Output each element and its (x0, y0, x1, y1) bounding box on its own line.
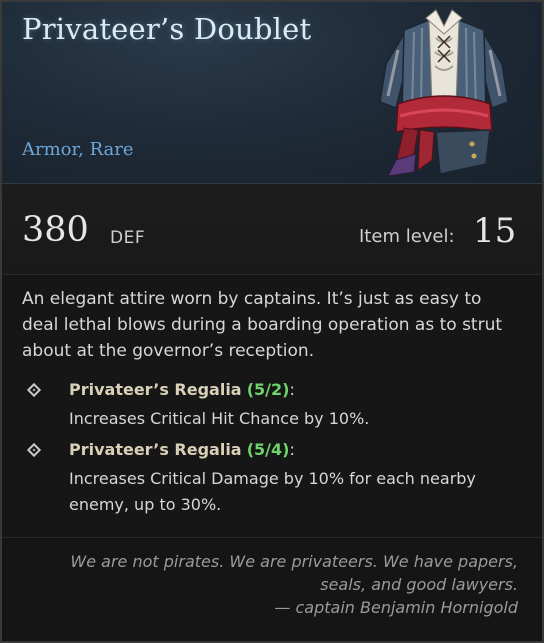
set-name: Privateer’s Regalia (69, 380, 242, 399)
flavor-quote-box: We are not pirates. We are privateers. W… (2, 537, 542, 641)
set-colon: : (289, 380, 295, 399)
diamond-bullet-icon (26, 382, 42, 398)
defense-label: DEF (110, 228, 146, 248)
set-piece-count: (5/2) (246, 380, 290, 399)
item-tooltip: Privateer’s Doublet Armor, Rare 380 DEF … (0, 0, 544, 643)
quote-line-2: seals, and good lawyers. (320, 575, 518, 594)
item-description: An elegant attire worn by captains. It’s… (22, 289, 503, 361)
defense-value: 380 (22, 210, 89, 250)
doublet-armor-icon (379, 9, 509, 177)
set-bonus-heading: Privateer’s Regalia (5/2): (69, 380, 295, 399)
set-bonus-effect: Increases Critical Hit Chance by 10%. (69, 409, 370, 428)
quote-attribution: — captain Benjamin Hornigold (274, 598, 518, 617)
set-bonus-effect: Increases Critical Damage by 10% for eac… (69, 469, 476, 514)
diamond-bullet-icon (26, 442, 42, 458)
flavor-quote: We are not pirates. We are privateers. W… (38, 550, 518, 619)
set-colon: : (289, 440, 295, 459)
tooltip-header: Privateer’s Doublet Armor, Rare (2, 2, 542, 184)
stats-bar: 380 DEF Item level: 15 (2, 184, 542, 275)
item-level-label: Item level: (359, 226, 455, 247)
set-piece-count: (5/4) (246, 440, 290, 459)
set-name: Privateer’s Regalia (69, 440, 242, 459)
item-type-rarity: Armor, Rare (22, 139, 134, 160)
quote-line-1: We are not pirates. We are privateers. W… (70, 552, 518, 571)
set-bonus-heading: Privateer’s Regalia (5/4): (69, 440, 295, 459)
item-name: Privateer’s Doublet (22, 12, 312, 46)
item-level-value: 15 (473, 211, 517, 251)
